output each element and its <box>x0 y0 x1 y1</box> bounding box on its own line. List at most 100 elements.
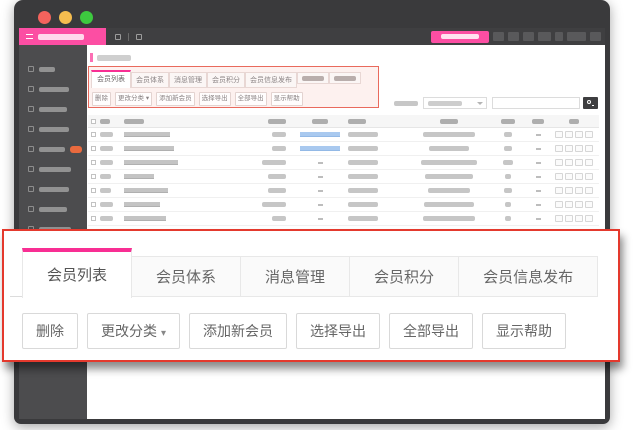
minimize-window-icon[interactable] <box>59 11 72 24</box>
table-row[interactable] <box>88 142 599 156</box>
topbar-link[interactable] <box>493 32 504 41</box>
add-member-button[interactable]: 添加新会员 <box>189 313 287 349</box>
tab-message-management-mini[interactable]: 消息管理 <box>169 72 207 88</box>
menu-icon <box>28 186 34 192</box>
link-blur[interactable] <box>300 146 340 151</box>
row-action-button[interactable] <box>585 173 593 180</box>
row-action-button[interactable] <box>555 145 563 152</box>
screenshot-stage: 会员列表 会员体系 消息管理 会员积分 会员信息发布 删除 更改分类 ▾ 添加新… <box>0 0 635 430</box>
admin-topbar <box>19 28 605 45</box>
close-window-icon[interactable] <box>38 11 51 24</box>
row-action-button[interactable] <box>565 145 573 152</box>
sidebar-item[interactable] <box>19 159 87 179</box>
row-action-button[interactable] <box>575 215 583 222</box>
zoom-window-icon[interactable] <box>80 11 93 24</box>
monitor-icon[interactable] <box>115 34 121 40</box>
sidebar-item[interactable] <box>19 79 87 99</box>
module-toolbar: 删除 更改分类▾ 添加新会员 选择导出 全部导出 显示帮助 <box>22 313 618 349</box>
row-action-button[interactable] <box>555 131 563 138</box>
module-tabs: 会员列表 会员体系 消息管理 会员积分 会员信息发布 <box>22 248 618 298</box>
table-row[interactable] <box>88 128 599 142</box>
row-action-button[interactable] <box>575 173 583 180</box>
change-category-button[interactable]: 更改分类▾ <box>87 313 180 349</box>
row-action-button[interactable] <box>585 159 593 166</box>
topbar-link[interactable] <box>523 32 534 41</box>
row-action-button[interactable] <box>575 201 583 208</box>
export-all-button[interactable]: 全部导出 <box>389 313 473 349</box>
tab-settings-mini[interactable] <box>297 72 329 84</box>
sidebar-item[interactable] <box>19 199 87 219</box>
row-action-button[interactable] <box>555 201 563 208</box>
topbar-link[interactable] <box>555 32 563 41</box>
row-action-button[interactable] <box>575 131 583 138</box>
row-action-button[interactable] <box>585 201 593 208</box>
table-row[interactable] <box>88 212 599 226</box>
row-checkbox[interactable] <box>91 188 96 193</box>
row-checkbox[interactable] <box>91 160 96 165</box>
row-action-button[interactable] <box>555 159 563 166</box>
row-checkbox[interactable] <box>91 132 96 137</box>
tab-member-system[interactable]: 会员体系 <box>132 256 241 297</box>
tab-member-system-mini[interactable]: 会员体系 <box>131 72 169 88</box>
row-checkbox[interactable] <box>91 216 96 221</box>
table-row[interactable] <box>88 156 599 170</box>
label-blur <box>39 87 69 92</box>
row-action-button[interactable] <box>565 215 573 222</box>
row-action-button[interactable] <box>555 187 563 194</box>
brand-logo[interactable] <box>19 28 106 45</box>
row-action-button[interactable] <box>565 187 573 194</box>
sidebar-item[interactable] <box>19 179 87 199</box>
tab-member-info-publish-mini[interactable]: 会员信息发布 <box>245 72 297 88</box>
row-checkbox[interactable] <box>91 174 96 179</box>
row-action-button[interactable] <box>555 215 563 222</box>
flag-icon[interactable] <box>136 34 142 40</box>
topbar-primary-button[interactable] <box>431 31 489 43</box>
row-action-button[interactable] <box>565 201 573 208</box>
row-action-button[interactable] <box>555 173 563 180</box>
row-action-button[interactable] <box>575 187 583 194</box>
brand-logo-text-blur <box>38 34 84 40</box>
row-action-button[interactable] <box>585 145 593 152</box>
label-blur <box>39 187 69 192</box>
row-checkbox[interactable] <box>91 146 96 151</box>
tab-message-management[interactable]: 消息管理 <box>241 256 350 297</box>
show-help-button[interactable]: 显示帮助 <box>482 313 566 349</box>
row-action-button[interactable] <box>565 131 573 138</box>
link-blur[interactable] <box>300 132 340 137</box>
row-checkbox[interactable] <box>91 202 96 207</box>
label-blur <box>39 147 65 152</box>
row-action-button[interactable] <box>585 215 593 222</box>
table-row[interactable] <box>88 184 599 198</box>
select-all-checkbox[interactable] <box>91 119 96 124</box>
topbar-link[interactable] <box>567 32 586 41</box>
tab-member-points-mini[interactable]: 会员积分 <box>207 72 245 88</box>
row-action-button[interactable] <box>565 159 573 166</box>
row-action-button[interactable] <box>585 131 593 138</box>
topbar-link[interactable] <box>538 32 551 41</box>
tab-member-list[interactable]: 会员列表 <box>22 248 132 298</box>
sidebar-item[interactable] <box>19 119 87 139</box>
row-action-button[interactable] <box>575 159 583 166</box>
topbar-link[interactable] <box>590 32 601 41</box>
search-icon <box>587 100 591 104</box>
sidebar-item[interactable] <box>19 59 87 79</box>
filter-select[interactable] <box>423 97 487 109</box>
search-button[interactable] <box>583 97 598 109</box>
label-blur <box>39 207 67 212</box>
tab-member-list-mini[interactable]: 会员列表 <box>91 70 131 88</box>
row-action-button[interactable] <box>585 187 593 194</box>
sidebar-item[interactable] <box>19 99 87 119</box>
topbar-link[interactable] <box>508 32 519 41</box>
row-action-button[interactable] <box>565 173 573 180</box>
export-selected-button[interactable]: 选择导出 <box>296 313 380 349</box>
menu-icon <box>28 166 34 172</box>
delete-button[interactable]: 删除 <box>22 313 78 349</box>
row-action-button[interactable] <box>575 145 583 152</box>
table-row[interactable] <box>88 198 599 212</box>
search-input[interactable] <box>492 97 580 109</box>
tab-member-info-publish[interactable]: 会员信息发布 <box>459 256 598 297</box>
tab-system-settings-mini[interactable] <box>329 72 361 84</box>
tab-member-points[interactable]: 会员积分 <box>350 256 459 297</box>
table-row[interactable] <box>88 170 599 184</box>
sidebar-item-active[interactable] <box>19 139 87 159</box>
